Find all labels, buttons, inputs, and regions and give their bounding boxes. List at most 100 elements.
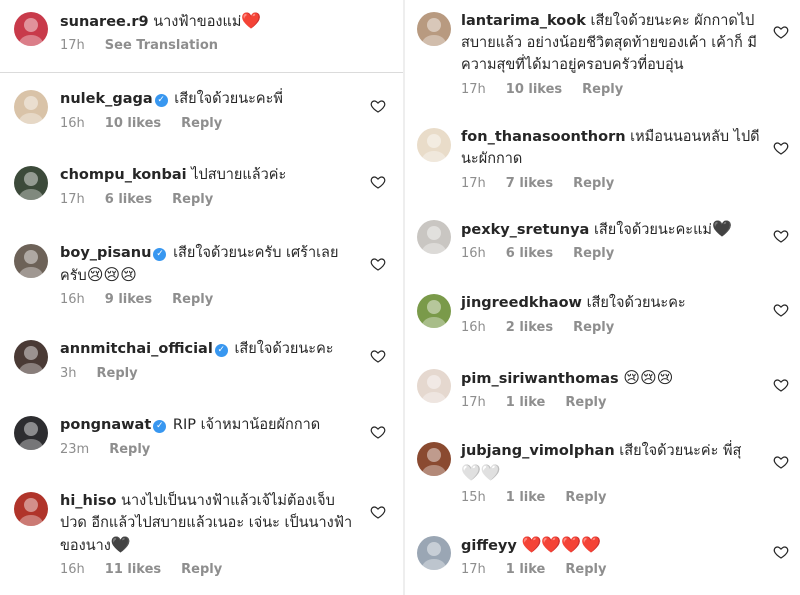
reply-button[interactable]: Reply (565, 562, 606, 577)
comment-meta: 17h 10 likes Reply (461, 82, 643, 97)
comment-meta: 17h See Translation (60, 38, 238, 53)
reply-button[interactable]: Reply (172, 292, 213, 307)
username-link[interactable]: boy_pisanu (60, 245, 151, 261)
like-heart-icon[interactable] (370, 174, 386, 190)
reply-button[interactable]: Reply (573, 246, 614, 261)
comment-meta: 17h 1 like Reply (461, 562, 626, 577)
avatar[interactable] (417, 536, 451, 570)
username-link[interactable]: pexky_sretunya (461, 222, 589, 238)
username-link[interactable]: sunaree.r9 (60, 14, 149, 30)
comment-body: jingreedkhaow เสียใจด้วยนะคะ (461, 292, 761, 314)
username-link[interactable]: pim_siriwanthomas (461, 371, 619, 387)
comment-text: เสียใจด้วยนะคะพี่ (174, 91, 283, 107)
reply-button[interactable]: Reply (565, 395, 606, 410)
emoji-text: 😢😢😢 (86, 265, 137, 284)
avatar[interactable] (14, 416, 48, 450)
avatar[interactable] (14, 492, 48, 526)
likes-count[interactable]: 10 likes (105, 116, 161, 131)
like-heart-icon[interactable] (773, 302, 789, 318)
likes-count[interactable]: 1 like (506, 395, 546, 410)
likes-count[interactable]: 10 likes (506, 82, 562, 97)
emoji-text: 🤍🤍 (461, 463, 501, 482)
comment-text: ไปสบายแล้วค่ะ (191, 167, 287, 183)
reply-button[interactable]: Reply (109, 442, 150, 457)
timestamp[interactable]: 16h (461, 320, 486, 335)
avatar[interactable] (417, 369, 451, 403)
avatar[interactable] (417, 12, 451, 46)
reply-button[interactable]: Reply (565, 490, 606, 505)
timestamp[interactable]: 17h (461, 82, 486, 97)
like-heart-icon[interactable] (773, 544, 789, 560)
username-link[interactable]: jingreedkhaow (461, 295, 582, 311)
username-link[interactable]: annmitchai_official (60, 341, 213, 357)
like-heart-icon[interactable] (370, 98, 386, 114)
username-link[interactable]: hi_hiso (60, 493, 116, 509)
reply-button[interactable]: Reply (573, 320, 614, 335)
avatar[interactable] (417, 220, 451, 254)
like-heart-icon[interactable] (370, 348, 386, 364)
timestamp[interactable]: 16h (60, 562, 85, 577)
username-link[interactable]: fon_thanasoonthorn (461, 129, 626, 145)
timestamp[interactable]: 17h (60, 192, 85, 207)
reply-button[interactable]: Reply (181, 562, 222, 577)
avatar[interactable] (14, 244, 48, 278)
reply-button[interactable]: Reply (97, 366, 138, 381)
like-heart-icon[interactable] (370, 504, 386, 520)
timestamp[interactable]: 16h (60, 116, 85, 131)
timestamp[interactable]: 16h (461, 246, 486, 261)
reply-button[interactable]: Reply (172, 192, 213, 207)
avatar[interactable] (417, 442, 451, 476)
timestamp[interactable]: 17h (461, 562, 486, 577)
username-link[interactable]: chompu_konbai (60, 167, 187, 183)
timestamp[interactable]: 17h (461, 395, 486, 410)
avatar[interactable] (14, 90, 48, 124)
username-link[interactable]: jubjang_vimolphan (461, 443, 615, 459)
comment-meta: 16h 6 likes Reply (461, 246, 634, 261)
like-heart-icon[interactable] (773, 140, 789, 156)
username-link[interactable]: nulek_gaga (60, 91, 153, 107)
timestamp[interactable]: 17h (60, 38, 85, 53)
avatar[interactable] (14, 166, 48, 200)
like-heart-icon[interactable] (773, 24, 789, 40)
comment-meta: 16h 2 likes Reply (461, 320, 634, 335)
avatar[interactable] (417, 294, 451, 328)
likes-count[interactable]: 7 likes (506, 176, 553, 191)
reply-button[interactable]: Reply (181, 116, 222, 131)
avatar[interactable] (14, 12, 48, 46)
timestamp[interactable]: 15h (461, 490, 486, 505)
comment-meta: 17h 6 likes Reply (60, 192, 233, 207)
comment-meta: 17h 7 likes Reply (461, 176, 634, 191)
timestamp[interactable]: 3h (60, 366, 77, 381)
comment-text: นางฟ้าของแม่ (153, 14, 242, 30)
likes-count[interactable]: 9 likes (105, 292, 152, 307)
username-link[interactable]: giffeyy (461, 538, 517, 554)
likes-count[interactable]: 2 likes (506, 320, 553, 335)
comment-text: เสียใจด้วยนะคะ (586, 295, 686, 311)
comment-body: giffeyy ❤️❤️❤️❤️ (461, 534, 761, 557)
reply-button[interactable]: Reply (573, 176, 614, 191)
like-heart-icon[interactable] (370, 424, 386, 440)
see-translation-button[interactable]: See Translation (105, 38, 218, 53)
username-link[interactable]: lantarima_kook (461, 13, 586, 29)
timestamp[interactable]: 16h (60, 292, 85, 307)
comment-body: annmitchai_official ✓ เสียใจด้วยนะคะ (60, 338, 360, 360)
comment-body: pongnawat ✓ RIP เจ้าหมาน้อยผักกาด (60, 414, 360, 436)
likes-count[interactable]: 1 like (506, 562, 546, 577)
likes-count[interactable]: 11 likes (105, 562, 161, 577)
likes-count[interactable]: 6 likes (506, 246, 553, 261)
timestamp[interactable]: 17h (461, 176, 486, 191)
like-heart-icon[interactable] (773, 377, 789, 393)
reply-button[interactable]: Reply (582, 82, 623, 97)
like-heart-icon[interactable] (773, 454, 789, 470)
comment-body: fon_thanasoonthorn เหมือนนอนหลับ ไปดี นะ… (461, 126, 761, 170)
username-link[interactable]: pongnawat (60, 417, 151, 433)
like-heart-icon[interactable] (773, 228, 789, 244)
likes-count[interactable]: 6 likes (105, 192, 152, 207)
likes-count[interactable]: 1 like (506, 490, 546, 505)
comment-body: boy_pisanu ✓ เสียใจด้วยนะครับ เศร้าเลย คร… (60, 242, 360, 287)
comment-meta: 16h 9 likes Reply (60, 292, 233, 307)
avatar[interactable] (417, 128, 451, 162)
like-heart-icon[interactable] (370, 256, 386, 272)
avatar[interactable] (14, 340, 48, 374)
timestamp[interactable]: 23m (60, 442, 89, 457)
